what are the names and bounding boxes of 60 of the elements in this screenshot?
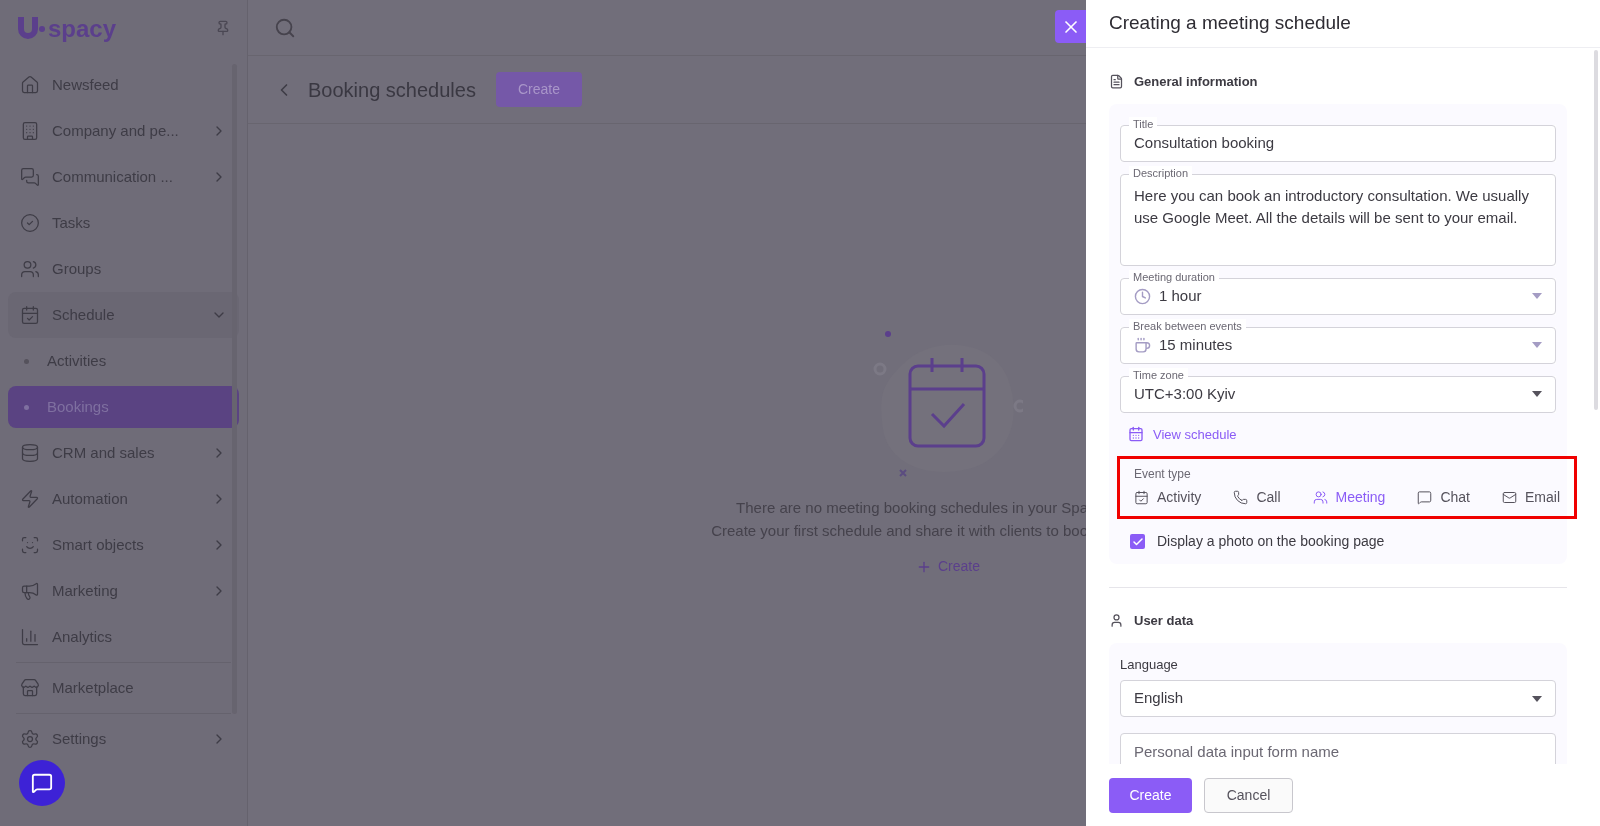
view-schedule-link[interactable]: View schedule [1128, 424, 1237, 444]
section-heading: User data [1134, 612, 1194, 630]
field-label: Time zone [1129, 367, 1188, 382]
clock-icon [1134, 287, 1151, 305]
lightning-icon [20, 489, 40, 509]
search-icon[interactable] [274, 16, 296, 39]
create-button[interactable]: Create [1109, 777, 1192, 813]
database-icon [20, 443, 40, 463]
chat-icon [20, 167, 40, 187]
bar-chart-icon [20, 627, 40, 647]
dropdown-caret-icon [1532, 293, 1542, 299]
chat-icon [31, 772, 53, 794]
check-circle-icon [20, 213, 40, 233]
store-icon [20, 678, 40, 698]
page-title: Booking schedules [308, 77, 476, 103]
dropdown-caret-icon [1532, 342, 1542, 348]
checkbox[interactable] [1130, 534, 1145, 549]
checkbox-label: Display a photo on the booking page [1157, 532, 1385, 551]
house-icon [20, 75, 40, 95]
field-label: Description [1129, 165, 1193, 180]
people-icon [20, 259, 40, 279]
document-icon [1109, 74, 1124, 90]
cancel-button[interactable]: Cancel [1204, 777, 1293, 813]
event-type-option[interactable]: Call [1233, 487, 1281, 508]
field-label: Language [1120, 655, 1179, 674]
building-icon [20, 121, 40, 141]
dropdown-caret-icon [1532, 695, 1542, 702]
event-type-option[interactable]: Meeting [1312, 487, 1386, 508]
close-button[interactable] [1055, 10, 1086, 43]
chat-widget-button[interactable] [19, 760, 65, 806]
event-type-option[interactable]: Activity [1134, 487, 1202, 508]
event-type-option[interactable]: Email [1502, 487, 1560, 508]
field-label: Meeting duration [1129, 269, 1219, 284]
event-type-option[interactable]: Chat [1417, 487, 1470, 508]
user-icon [1109, 613, 1124, 629]
megaphone-icon [20, 581, 40, 601]
pin-icon[interactable] [215, 20, 231, 36]
logo-mark-icon [16, 15, 46, 41]
dropdown-caret-icon [1532, 391, 1542, 397]
check-icon [1131, 535, 1144, 548]
form-name-field[interactable]: Personal data input form name [1120, 733, 1556, 764]
calendar-icon [1128, 426, 1144, 443]
field-label: Title [1129, 116, 1158, 131]
section-heading: General information [1134, 73, 1258, 91]
face-scan-icon [20, 535, 40, 555]
bullet-icon [24, 404, 29, 410]
field-label: Event type [1134, 466, 1192, 483]
panel-title: Creating a meeting schedule [1109, 11, 1351, 36]
calendar-icon [20, 305, 40, 325]
chat-icon [1417, 490, 1433, 505]
cup-icon [1134, 336, 1151, 354]
create-button[interactable]: Create [495, 72, 582, 107]
field-label: Break between events [1129, 318, 1246, 333]
phone-icon [1233, 490, 1249, 505]
people-icon [1312, 490, 1328, 505]
calendar-icon [1134, 490, 1149, 505]
settings-icon [20, 729, 40, 749]
language-dropdown[interactable]: English [1120, 680, 1556, 717]
bullet-icon [24, 358, 29, 364]
envelope-icon [1502, 490, 1517, 505]
